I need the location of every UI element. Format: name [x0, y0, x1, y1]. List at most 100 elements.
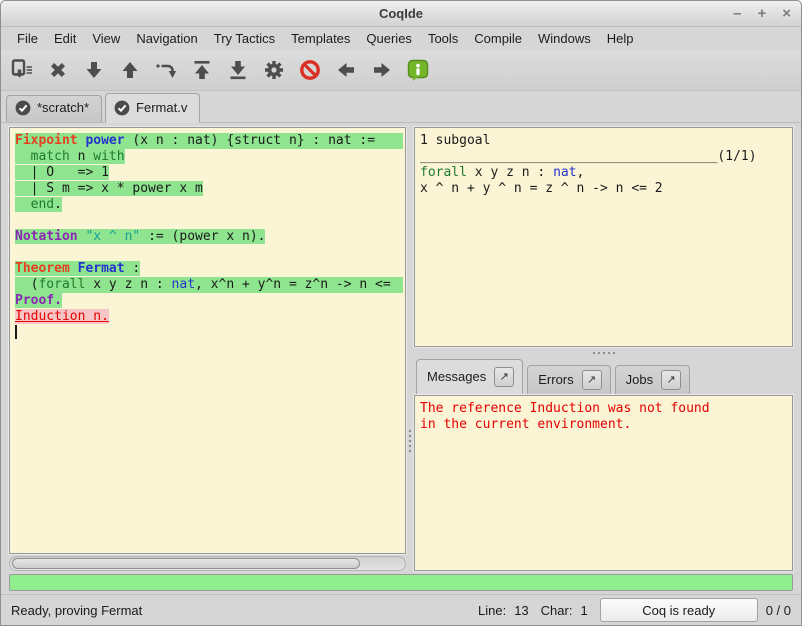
- menu-help[interactable]: Help: [599, 29, 642, 48]
- menu-try-tactics[interactable]: Try Tactics: [206, 29, 283, 48]
- interrupt-button[interactable]: [297, 57, 323, 83]
- code-line: end.: [15, 197, 62, 213]
- about-button[interactable]: [405, 57, 431, 83]
- detach-arrow-icon: ↗: [500, 370, 509, 383]
- go-to-cursor-button[interactable]: [153, 57, 179, 83]
- curved-arrow-icon: [154, 58, 178, 82]
- code-line: | O => 1: [15, 165, 109, 181]
- arrow-left-icon: [334, 58, 358, 82]
- detach-arrow-icon: ↗: [667, 373, 676, 386]
- code-line: Proof.: [15, 293, 62, 309]
- tab-label: Errors: [538, 372, 573, 387]
- close-buffer-button[interactable]: [45, 57, 71, 83]
- menu-compile[interactable]: Compile: [466, 29, 530, 48]
- tab-label: Fermat.v: [136, 100, 187, 115]
- scrollbar-thumb[interactable]: [12, 558, 360, 569]
- no-entry-icon: [298, 58, 322, 82]
- menu-queries[interactable]: Queries: [358, 29, 420, 48]
- detach-button[interactable]: ↗: [661, 370, 681, 390]
- go-to-start-button[interactable]: [189, 57, 215, 83]
- close-button[interactable]: ×: [782, 1, 791, 27]
- goal-text: 1 subgoal_______________________________…: [415, 128, 792, 197]
- tab-fermat[interactable]: Fermat.v: [105, 93, 200, 123]
- save-button[interactable]: [9, 57, 35, 83]
- save-icon: [10, 58, 34, 82]
- gear-icon: [262, 58, 286, 82]
- vertical-splitter[interactable]: [406, 127, 414, 572]
- tab-label: Messages: [427, 369, 486, 384]
- menu-windows[interactable]: Windows: [530, 29, 599, 48]
- status-bar: Ready, proving Fermat Line: 13 Char: 1 C…: [1, 594, 801, 625]
- menu-file[interactable]: File: [9, 29, 46, 48]
- code-line: 1 subgoal: [420, 133, 490, 149]
- go-to-end-button[interactable]: [225, 57, 251, 83]
- menu-templates[interactable]: Templates: [283, 29, 358, 48]
- code-line: ______________________________________(1…: [420, 149, 757, 165]
- window-title: CoqIde: [379, 6, 423, 21]
- detach-arrow-icon: ↗: [587, 373, 596, 386]
- maximize-button[interactable]: +: [757, 1, 766, 27]
- code-line: match n with: [15, 149, 125, 165]
- arrow-down-bar-icon: [226, 58, 250, 82]
- horizontal-splitter[interactable]: [414, 347, 793, 359]
- step-forward-button[interactable]: [81, 57, 107, 83]
- message-tab-bar: Messages ↗ Errors ↗ Jobs ↗: [414, 359, 793, 395]
- menu-tools[interactable]: Tools: [420, 29, 466, 48]
- code-line: forall x y z n : nat,: [420, 165, 584, 181]
- proof-counter: 0 / 0: [766, 603, 791, 618]
- title-bar[interactable]: CoqIde – + ×: [1, 1, 801, 27]
- tab-messages[interactable]: Messages ↗: [416, 359, 523, 395]
- coq-status-button[interactable]: Coq is ready: [600, 598, 758, 622]
- tab-label: *scratch*: [37, 100, 89, 115]
- coq-status-label: Coq is ready: [642, 603, 715, 618]
- detach-button[interactable]: ↗: [494, 367, 514, 387]
- script-editor[interactable]: Fixpoint power (x n : nat) {struct n} : …: [9, 127, 406, 555]
- minimize-button[interactable]: –: [733, 1, 741, 27]
- code-line: x ^ n + y ^ n = z ^ n -> n <= 2: [420, 181, 663, 197]
- code-line: | S m => x * power x m: [15, 181, 203, 197]
- detach-button[interactable]: ↗: [582, 370, 602, 390]
- goal-panel[interactable]: 1 subgoal_______________________________…: [414, 127, 793, 347]
- horizontal-scrollbar[interactable]: [9, 556, 406, 571]
- tab-scratch[interactable]: *scratch*: [6, 95, 102, 122]
- tab-jobs[interactable]: Jobs ↗: [615, 365, 690, 395]
- window-controls: – + ×: [733, 1, 791, 27]
- arrow-up-icon: [118, 58, 142, 82]
- arrow-right-icon: [370, 58, 394, 82]
- check-circle-icon: [114, 100, 130, 116]
- progress-bar: [9, 574, 793, 591]
- previous-button[interactable]: [333, 57, 359, 83]
- script-column: Fixpoint power (x n : nat) {struct n} : …: [9, 127, 406, 572]
- code-line: Theorem Fermat :: [15, 261, 140, 277]
- progress-area: [1, 571, 801, 594]
- code-line: in the current environment.: [420, 417, 631, 433]
- menu-view[interactable]: View: [84, 29, 128, 48]
- char-value: 1: [580, 603, 587, 618]
- close-icon: [46, 58, 70, 82]
- step-backward-button[interactable]: [117, 57, 143, 83]
- coqide-window: CoqIde – + × File Edit View Navigation T…: [0, 0, 802, 626]
- code-line: [15, 245, 16, 261]
- menu-navigation[interactable]: Navigation: [128, 29, 205, 48]
- code-line: The reference Induction was not found: [420, 401, 710, 417]
- info-bubble-icon: [406, 58, 430, 82]
- line-label: Line:: [478, 603, 506, 618]
- proof-column: 1 subgoal_______________________________…: [414, 127, 793, 572]
- next-button[interactable]: [369, 57, 395, 83]
- splitter-handle-icon: [593, 352, 615, 354]
- tab-errors[interactable]: Errors ↗: [527, 365, 610, 395]
- code-line: Induction n.: [15, 309, 109, 325]
- editor-tab-bar: *scratch* Fermat.v: [1, 91, 801, 123]
- status-message: Ready, proving Fermat: [11, 603, 478, 618]
- arrow-up-bar-icon: [190, 58, 214, 82]
- script-code[interactable]: Fixpoint power (x n : nat) {struct n} : …: [10, 128, 405, 341]
- code-line: Notation "x ^ n" := (power x n).: [15, 229, 265, 245]
- menu-edit[interactable]: Edit: [46, 29, 84, 48]
- text-cursor: [15, 325, 17, 339]
- main-area: Fixpoint power (x n : nat) {struct n} : …: [1, 123, 801, 572]
- tab-label: Jobs: [626, 372, 653, 387]
- check-circle-icon: [15, 100, 31, 116]
- messages-text: The reference Induction was not foundin …: [415, 396, 792, 433]
- preferences-button[interactable]: [261, 57, 287, 83]
- messages-panel[interactable]: The reference Induction was not foundin …: [414, 395, 793, 572]
